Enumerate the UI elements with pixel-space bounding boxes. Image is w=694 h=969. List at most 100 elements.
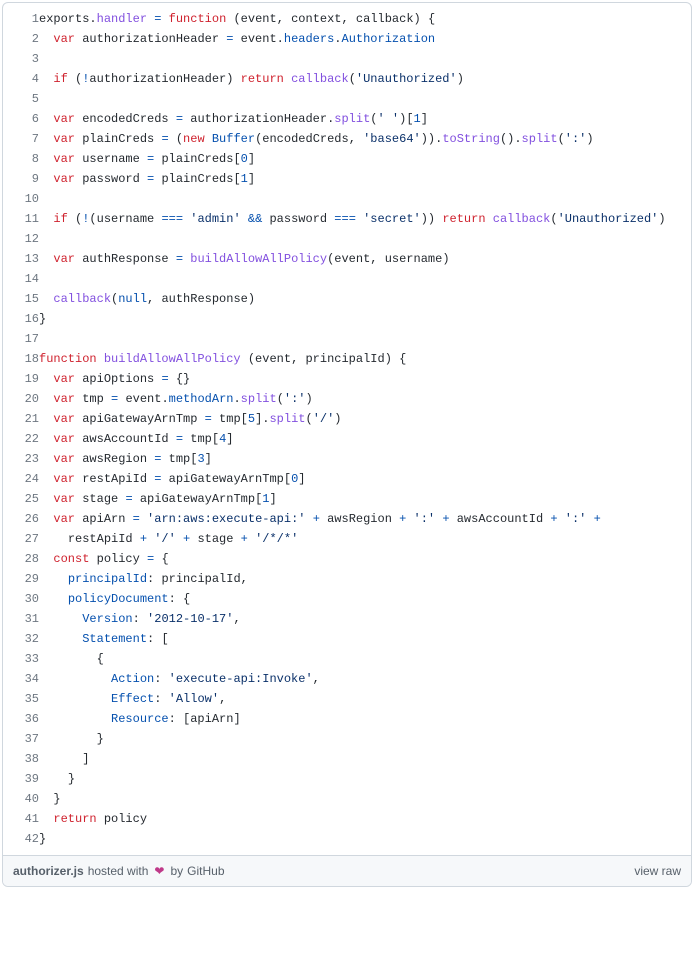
line-number[interactable]: 14 xyxy=(3,269,39,289)
code-row: 28 const policy = { xyxy=(3,549,691,569)
code-row: 12 xyxy=(3,229,691,249)
line-number[interactable]: 17 xyxy=(3,329,39,349)
code-row: 34 Action: 'execute-api:Invoke', xyxy=(3,669,691,689)
line-code xyxy=(39,189,691,209)
view-raw-link[interactable]: view raw xyxy=(634,864,681,878)
code-row: 20 var tmp = event.methodArn.split(':') xyxy=(3,389,691,409)
code-row: 23 var awsRegion = tmp[3] xyxy=(3,449,691,469)
line-code: } xyxy=(39,829,691,855)
code-body: 1exports.handler = function (event, cont… xyxy=(3,3,691,855)
line-code: var password = plainCreds[1] xyxy=(39,169,691,189)
code-table: 1exports.handler = function (event, cont… xyxy=(3,3,691,855)
code-row: 18function buildAllowAllPolicy (event, p… xyxy=(3,349,691,369)
code-row: 42} xyxy=(3,829,691,855)
code-row: 6 var encodedCreds = authorizationHeader… xyxy=(3,109,691,129)
code-row: 7 var plainCreds = (new Buffer(encodedCr… xyxy=(3,129,691,149)
line-number[interactable]: 38 xyxy=(3,749,39,769)
line-code: policyDocument: { xyxy=(39,589,691,609)
gist-meta: authorizer.js hosted with ❤ by GitHub vi… xyxy=(3,855,691,886)
line-number[interactable]: 31 xyxy=(3,609,39,629)
line-number[interactable]: 6 xyxy=(3,109,39,129)
line-code xyxy=(39,89,691,109)
meta-left: authorizer.js hosted with ❤ by GitHub xyxy=(13,864,225,878)
line-number[interactable]: 22 xyxy=(3,429,39,449)
line-number[interactable]: 37 xyxy=(3,729,39,749)
line-code: restApiId + '/' + stage + '/*/*' xyxy=(39,529,691,549)
line-number[interactable]: 26 xyxy=(3,509,39,529)
line-code: Effect: 'Allow', xyxy=(39,689,691,709)
line-number[interactable]: 20 xyxy=(3,389,39,409)
code-row: 13 var authResponse = buildAllowAllPolic… xyxy=(3,249,691,269)
line-number[interactable]: 13 xyxy=(3,249,39,269)
code-row: 26 var apiArn = 'arn:aws:execute-api:' +… xyxy=(3,509,691,529)
line-code: } xyxy=(39,309,691,329)
line-code: var username = plainCreds[0] xyxy=(39,149,691,169)
line-number[interactable]: 39 xyxy=(3,769,39,789)
line-number[interactable]: 41 xyxy=(3,809,39,829)
line-number[interactable]: 3 xyxy=(3,49,39,69)
line-number[interactable]: 24 xyxy=(3,469,39,489)
line-number[interactable]: 2 xyxy=(3,29,39,49)
line-number[interactable]: 9 xyxy=(3,169,39,189)
hosted-text-1: hosted with xyxy=(88,864,149,878)
line-number[interactable]: 29 xyxy=(3,569,39,589)
code-row: 31 Version: '2012-10-17', xyxy=(3,609,691,629)
line-number[interactable]: 42 xyxy=(3,829,39,855)
line-number[interactable]: 32 xyxy=(3,629,39,649)
line-code: var authorizationHeader = event.headers.… xyxy=(39,29,691,49)
code-row: 19 var apiOptions = {} xyxy=(3,369,691,389)
filename-link[interactable]: authorizer.js xyxy=(13,864,84,878)
code-row: 9 var password = plainCreds[1] xyxy=(3,169,691,189)
line-number[interactable]: 23 xyxy=(3,449,39,469)
code-row: 30 policyDocument: { xyxy=(3,589,691,609)
line-number[interactable]: 16 xyxy=(3,309,39,329)
line-number[interactable]: 21 xyxy=(3,409,39,429)
code-row: 15 callback(null, authResponse) xyxy=(3,289,691,309)
code-row: 24 var restApiId = apiGatewayArnTmp[0] xyxy=(3,469,691,489)
code-row: 5 xyxy=(3,89,691,109)
line-number[interactable]: 25 xyxy=(3,489,39,509)
line-number[interactable]: 28 xyxy=(3,549,39,569)
line-number[interactable]: 36 xyxy=(3,709,39,729)
line-code: } xyxy=(39,789,691,809)
code-row: 2 var authorizationHeader = event.header… xyxy=(3,29,691,49)
host-link[interactable]: GitHub xyxy=(187,864,224,878)
line-code: var authResponse = buildAllowAllPolicy(e… xyxy=(39,249,691,269)
line-code: { xyxy=(39,649,691,669)
line-code: var awsAccountId = tmp[4] xyxy=(39,429,691,449)
line-number[interactable]: 40 xyxy=(3,789,39,809)
line-number[interactable]: 12 xyxy=(3,229,39,249)
line-number[interactable]: 35 xyxy=(3,689,39,709)
code-row: 40 } xyxy=(3,789,691,809)
code-row: 38 ] xyxy=(3,749,691,769)
line-number[interactable]: 7 xyxy=(3,129,39,149)
code-row: 36 Resource: [apiArn] xyxy=(3,709,691,729)
line-number[interactable]: 5 xyxy=(3,89,39,109)
line-code: var stage = apiGatewayArnTmp[1] xyxy=(39,489,691,509)
line-code: callback(null, authResponse) xyxy=(39,289,691,309)
line-number[interactable]: 18 xyxy=(3,349,39,369)
line-code: } xyxy=(39,769,691,789)
line-code: var apiGatewayArnTmp = tmp[5].split('/') xyxy=(39,409,691,429)
line-number[interactable]: 34 xyxy=(3,669,39,689)
line-number[interactable]: 27 xyxy=(3,529,39,549)
line-number[interactable]: 10 xyxy=(3,189,39,209)
line-number[interactable]: 11 xyxy=(3,209,39,229)
line-number[interactable]: 15 xyxy=(3,289,39,309)
line-number[interactable]: 1 xyxy=(3,3,39,29)
line-number[interactable]: 8 xyxy=(3,149,39,169)
code-row: 39 } xyxy=(3,769,691,789)
line-number[interactable]: 19 xyxy=(3,369,39,389)
code-row: 21 var apiGatewayArnTmp = tmp[5].split('… xyxy=(3,409,691,429)
code-row: 16} xyxy=(3,309,691,329)
line-code xyxy=(39,329,691,349)
line-code: var encodedCreds = authorizationHeader.s… xyxy=(39,109,691,129)
line-number[interactable]: 30 xyxy=(3,589,39,609)
line-code xyxy=(39,229,691,249)
code-row: 10 xyxy=(3,189,691,209)
code-row: 14 xyxy=(3,269,691,289)
line-code: var apiOptions = {} xyxy=(39,369,691,389)
line-number[interactable]: 33 xyxy=(3,649,39,669)
code-row: 17 xyxy=(3,329,691,349)
line-number[interactable]: 4 xyxy=(3,69,39,89)
